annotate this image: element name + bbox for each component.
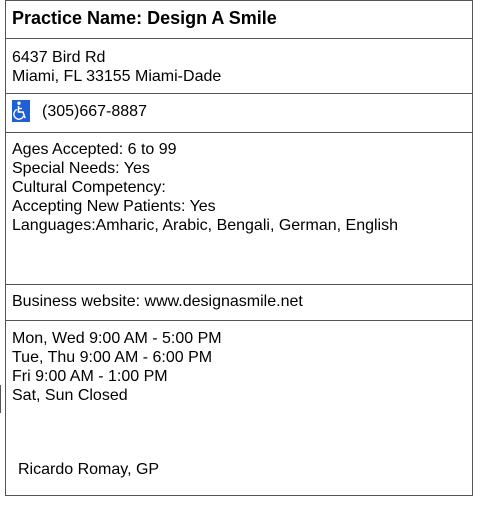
practice-title: Practice Name: Design A Smile (12, 8, 277, 28)
business-website: Business website: www.designasmile.net (12, 293, 303, 310)
divider (6, 38, 472, 39)
address-line-1: 6437 Bird Rd (12, 49, 106, 66)
divider (6, 93, 472, 94)
hours-line: Fri 9:00 AM - 1:00 PM (12, 368, 168, 385)
left-edge-mark (0, 385, 1, 413)
divider (6, 320, 472, 321)
address-block: 6437 Bird Rd Miami, FL 33155 Miami-Dade (12, 48, 221, 86)
address-line-2: Miami, FL 33155 Miami-Dade (12, 68, 222, 85)
hours-line: Sat, Sun Closed (12, 387, 128, 404)
languages: Languages:Amharic, Arabic, Bengali, Germ… (12, 217, 398, 234)
divider (6, 284, 472, 285)
details-block: Ages Accepted: 6 to 99 Special Needs: Ye… (12, 140, 462, 235)
divider (6, 132, 472, 133)
phone-number: (305)667-8887 (42, 102, 147, 120)
hours-block: Mon, Wed 9:00 AM - 5:00 PM Tue, Thu 9:00… (12, 329, 222, 405)
ages-accepted: Ages Accepted: 6 to 99 (12, 141, 177, 158)
wheelchair-accessible-icon (12, 100, 30, 122)
phone-row: (305)667-8887 (12, 100, 147, 122)
hours-line: Tue, Thu 9:00 AM - 6:00 PM (12, 349, 213, 366)
provider-name: Ricardo Romay, GP (18, 461, 160, 478)
hours-line: Mon, Wed 9:00 AM - 5:00 PM (12, 330, 222, 347)
cultural-competency: Cultural Competency: (12, 179, 166, 196)
special-needs: Special Needs: Yes (12, 160, 150, 177)
accepting-new-patients: Accepting New Patients: Yes (12, 198, 216, 215)
